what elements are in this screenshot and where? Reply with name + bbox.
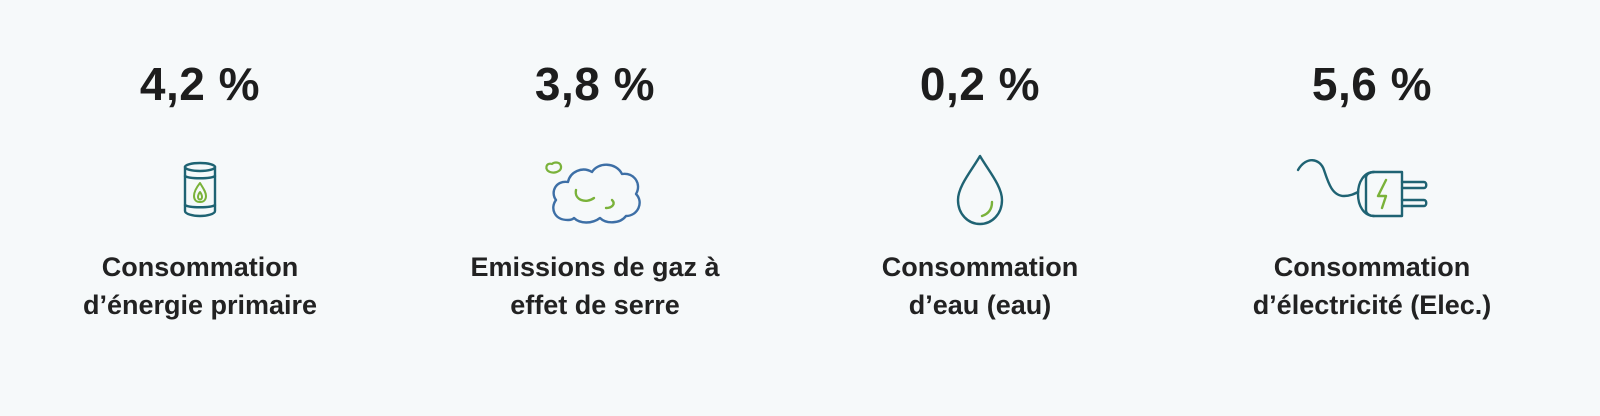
stat-primary-energy: 4,2 % Consommation d’énergie primaire xyxy=(0,0,400,416)
stat-label: Emissions de gaz à effet de serre xyxy=(425,248,765,324)
stat-label: Consommation d’énergie primaire xyxy=(30,248,370,324)
stat-greenhouse-emissions: 3,8 % Emissions de gaz à effet de serre xyxy=(395,0,795,416)
water-drop-icon xyxy=(950,140,1010,240)
stat-label-line2: d’eau (eau) xyxy=(908,290,1052,320)
stat-label-line2: d’électricité (Elec.) xyxy=(1252,290,1492,320)
stats-row: 4,2 % Consommation d’énergie primaire 3,… xyxy=(0,0,1600,416)
stat-label-line2: effet de serre xyxy=(510,290,680,320)
stat-label: Consommation d’électricité (Elec.) xyxy=(1202,248,1542,324)
stat-label-line1: Consommation xyxy=(881,252,1079,282)
stat-label-line2: d’énergie primaire xyxy=(82,290,318,320)
stat-electricity-consumption: 5,6 % Consommation d’électricité (Elec.) xyxy=(1172,0,1572,416)
stat-label: Consommation d’eau (eau) xyxy=(810,248,1150,324)
stat-value: 0,2 % xyxy=(919,58,1041,110)
stat-water-consumption: 0,2 % Consommation d’eau (eau) xyxy=(780,0,1180,416)
stat-value: 5,6 % xyxy=(1311,58,1433,110)
stat-label-line1: Emissions de gaz à xyxy=(470,252,720,282)
gas-cloud-icon xyxy=(540,140,650,240)
stat-value: 3,8 % xyxy=(534,58,656,110)
fuel-barrel-icon xyxy=(175,140,225,240)
electric-plug-icon xyxy=(1292,140,1452,240)
stat-label-line1: Consommation xyxy=(1273,252,1471,282)
stat-label-line1: Consommation xyxy=(101,252,299,282)
stat-value: 4,2 % xyxy=(139,58,261,110)
